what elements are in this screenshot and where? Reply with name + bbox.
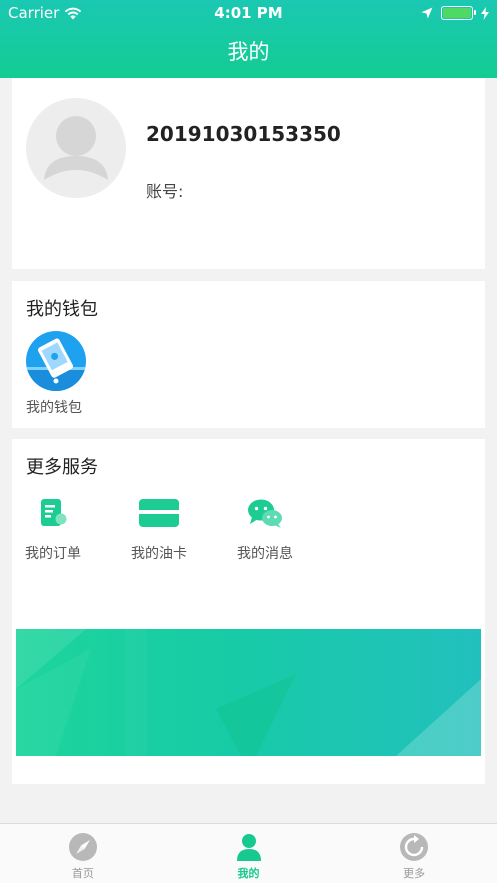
status-time: 4:01 PM	[214, 4, 283, 22]
avatar[interactable]	[26, 98, 126, 198]
account-label: 账号:	[146, 182, 184, 201]
tab-home[interactable]: 首页	[0, 824, 166, 883]
tab-mine[interactable]: 我的	[166, 824, 332, 883]
tab-more[interactable]: 更多	[331, 824, 497, 883]
page-title: 我的	[227, 40, 270, 64]
services-card: 更多服务 我的订单 我的油卡 我的消息	[12, 439, 485, 784]
profile-card[interactable]: 20191030153350 账号:	[12, 78, 485, 269]
service-my-orders[interactable]: 我的订单	[18, 497, 88, 563]
refresh-icon	[400, 833, 429, 861]
service-my-fuel-card[interactable]: 我的油卡	[124, 497, 194, 563]
wallet-card: 我的钱包 我的钱包	[12, 281, 485, 428]
user-icon	[236, 834, 261, 861]
tab-bar: 首页 我的 更多	[0, 823, 497, 883]
default-avatar-icon	[44, 116, 108, 180]
service-label: 我的订单	[25, 546, 81, 562]
tab-label: 我的	[237, 867, 260, 880]
card-icon	[139, 499, 179, 527]
battery-icon	[441, 6, 476, 20]
service-label: 我的消息	[237, 546, 293, 562]
wallet-item-label[interactable]: 我的钱包	[26, 397, 82, 417]
wallet-section-title: 我的钱包	[26, 299, 98, 320]
order-icon	[41, 499, 67, 526]
message-icon	[248, 499, 282, 528]
services-section-title: 更多服务	[26, 457, 98, 478]
status-bar: Carrier 4:01 PM	[0, 0, 497, 26]
header: Carrier 4:01 PM 我的	[0, 0, 497, 78]
promo-banner[interactable]	[16, 629, 481, 756]
username: 20191030153350	[146, 122, 341, 146]
service-label: 我的油卡	[131, 546, 187, 562]
tab-label: 更多	[403, 867, 426, 880]
compass-icon	[68, 833, 97, 861]
tab-label: 首页	[71, 867, 94, 880]
wallet-icon[interactable]	[26, 331, 86, 391]
service-my-messages[interactable]: 我的消息	[230, 497, 300, 563]
